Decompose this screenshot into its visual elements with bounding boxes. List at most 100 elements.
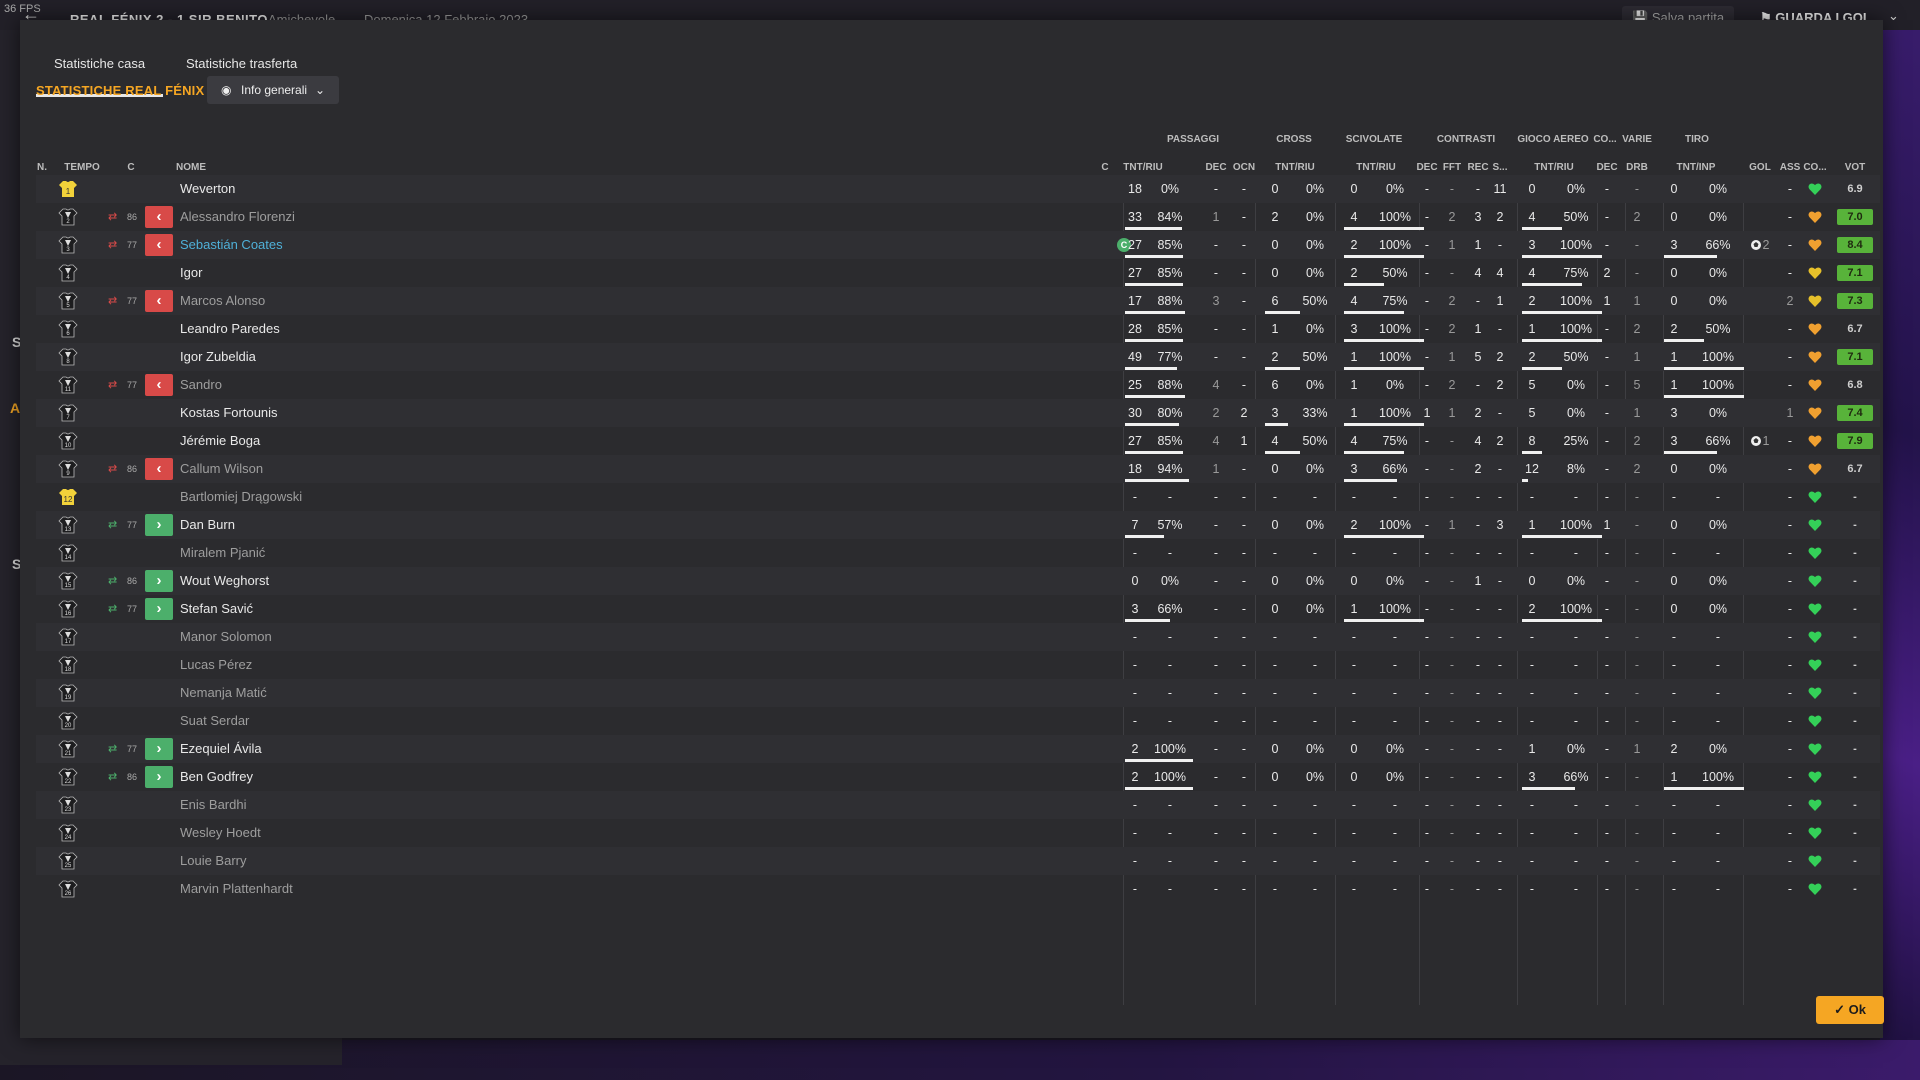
condition-heart-icon [1808,407,1822,419]
table-row[interactable]: 9 ⇄ 86 ‹ Callum Wilson 18 94% 1-0 0% 3 66% - -2-12 8%… [36,455,1880,483]
player-name[interactable]: Manor Solomon [180,623,272,651]
table-row[interactable]: 15 ⇄ 86 › Wout Weghorst 0 0% - - 0 0% 0 0% - - 1 - 0 0% - - 0… [36,567,1880,595]
table-row[interactable]: 26 Marvin Plattenhardt - - - - - - - - - - - - - - - - - - -… [36,875,1880,903]
table-row[interactable]: 7 Kostas Fortounis 30 80% 2 2 3 33% 1 100% 1 1 2-5 0%… [36,399,1880,427]
shots-on-target: 0% [1708,210,1728,224]
player-name[interactable]: Wout Weghorst [180,567,269,595]
table-row[interactable]: 22 ⇄ 86 › Ben Godfrey 2 100% - -0 0% 0 0% - - - -3 66% - -… [36,763,1880,791]
table-row[interactable]: 25 Louie Barry - - - - - - - - - - - - - - - - - - - - [36,847,1880,875]
shirt-icon: 21 [58,740,78,758]
col-header-aereo: TNT/RIU [1534,162,1574,173]
table-row[interactable]: 11 ⇄ 77 ‹ Sandro 25 88% 4-6 0% 1 0% -2-2 5 0% -5 1 100% -… [36,371,1880,399]
shirt-icon: 9 [58,460,78,478]
table-row[interactable]: 21 ⇄ 77 › Ezequiel Ávila 2 100% - -0 0% 0 0% - - - -1 0%… [36,735,1880,763]
view-select-dropdown[interactable]: ◉ Info generali ⌄ [207,76,339,104]
table-row[interactable]: 1 Weverton 18 0% - -0 0% 0 0% - - -11 0 0% - -0 0% -6.9 [36,175,1880,203]
player-name[interactable]: Dan Burn [180,511,235,539]
player-name[interactable]: Marvin Plattenhardt [180,875,293,903]
table-row[interactable]: 19 Nemanja Matić - - - - - - - - - - - - - - - - - - - - [36,679,1880,707]
ok-button[interactable]: ✓ Ok [1816,996,1884,1024]
col-header-number: N. [37,162,47,173]
contrasti-s: - [1497,490,1503,504]
match-rating: - [1853,687,1857,699]
player-name[interactable]: Sebastián Coates [180,231,283,259]
player-name[interactable]: Enis Bardhi [180,791,246,819]
cross-attempted: - [1272,686,1278,700]
pass-chances: - [1241,294,1247,308]
contrasti-dec: - [1424,714,1430,728]
table-row[interactable]: 20 Suat Serdar - - - - - - - - - - - - - - - - - - - - [36,707,1880,735]
assists: - [1787,602,1793,616]
contrasti-s: - [1497,658,1503,672]
table-row[interactable]: 8 Igor Zubeldia 49 77% - -2 50% 1 100% -1 5 2 2 50% -1… [36,343,1880,371]
tackle-attempted: - [1351,546,1357,560]
table-row[interactable]: 13 ⇄ 77 › Dan Burn 7 57% - -0 0% 2 100% -1-3 1 100% 1-0… [36,511,1880,539]
player-name[interactable]: Ben Godfrey [180,763,253,791]
player-name[interactable]: Miralem Pjanić [180,539,265,567]
contrasti-fft: - [1449,182,1455,196]
contrasti-s: - [1497,630,1503,644]
table-row[interactable]: 2 ⇄ 86 ‹ Alessandro Florenzi 33 84% 1-2 0% 4 100% -… [36,203,1880,231]
contrasti-rec: 1 [1474,574,1482,588]
background-right [1880,0,1920,1080]
player-name[interactable]: Marcos Alonso [180,287,265,315]
cross-accuracy: - [1312,798,1318,812]
table-row[interactable]: 18 Lucas Pérez - - - - - - - - - - - - - - - - - - - - [36,651,1880,679]
pass-decisive: - [1213,546,1219,560]
player-name[interactable]: Stefan Savić [180,595,253,623]
sub-minute: 86 [126,772,137,782]
col-header-c2: C [1101,162,1109,173]
player-name[interactable]: Callum Wilson [180,455,263,483]
table-row[interactable]: 23 Enis Bardhi - - - - - - - - - - - - - - - - - - - - [36,791,1880,819]
player-name[interactable]: Suat Serdar [180,707,249,735]
player-name[interactable]: Weverton [180,175,235,203]
player-name[interactable]: Ezequiel Ávila [180,735,262,763]
player-name[interactable]: Wesley Hoedt [180,819,261,847]
table-row[interactable]: 24 Wesley Hoedt - - - - - - - - - - - - - - - - - - - - [36,819,1880,847]
table-row[interactable]: 17 Manor Solomon - - - - - - - - - - - - - - - - - - - - [36,623,1880,651]
condition-heart-icon [1808,715,1822,727]
shots-on-target: - [1715,854,1721,868]
contrasti-dec: - [1424,350,1430,364]
player-name[interactable]: Kostas Fortounis [180,399,278,427]
cross-attempted: 2 [1271,210,1279,224]
player-name[interactable]: Lucas Pérez [180,651,252,679]
table-row[interactable]: 3 ⇄ 77 ‹ Sebastián Coates C 27 85% - -0 0% 2 100% -1 1… [36,231,1880,259]
col-header-rec: REC [1467,162,1489,173]
player-name[interactable]: Louie Barry [180,847,246,875]
tackle-accuracy-bar [1344,423,1424,426]
cross-attempted: 0 [1271,574,1279,588]
player-name[interactable]: Bartlomiej Drągowski [180,483,302,511]
shots-on-target: 0% [1708,266,1728,280]
table-row[interactable]: 10 Jérémie Boga 27 85% 4 1 4 50% 4 75% - -4 2 8 25% -2 3… [36,427,1880,455]
player-name[interactable]: Leandro Paredes [180,315,280,343]
table-row[interactable]: 6 Leandro Paredes 28 85% - -1 0% 3 100% -2 1-1 100%… [36,315,1880,343]
table-row[interactable]: 4 Igor 27 85% - -0 0% 2 50% - -4 4 4 75% 2-0 0% -7.1 [36,259,1880,287]
cross-accuracy: 0% [1305,182,1325,196]
player-name[interactable]: Igor Zubeldia [180,343,256,371]
shots-total: 0 [1670,462,1678,476]
player-name[interactable]: Sandro [180,371,222,399]
aerial-accuracy: 50% [1563,350,1589,364]
table-row[interactable]: 12 Bartlomiej Drągowski - - - - - - - - - - - - - - - - - -… [36,483,1880,511]
player-name[interactable]: Jérémie Boga [180,427,260,455]
contrasti-s: 4 [1496,266,1504,280]
co-decisive: - [1604,350,1610,364]
contrasti-s: - [1497,798,1503,812]
assists: - [1787,322,1793,336]
contrasti-rec: - [1475,490,1481,504]
contrasti-s: - [1497,742,1503,756]
pass-accuracy: - [1167,490,1173,504]
player-name[interactable]: Igor [180,259,202,287]
table-row[interactable]: 5 ⇄ 77 ‹ Marcos Alonso 17 88% 3-6 50% 4 75% -2-1 2 10… [36,287,1880,315]
table-row[interactable]: 14 Miralem Pjanić - - - - - - - - - - - - - - - - - - - - [36,539,1880,567]
contrasti-rec: - [1475,714,1481,728]
player-name[interactable]: Alessandro Florenzi [180,203,295,231]
tackle-accuracy-bar [1344,283,1384,286]
player-name[interactable]: Nemanja Matić [180,679,267,707]
table-row[interactable]: 16 ⇄ 77 › Stefan Savić 3 66% - -0 0% 1 100% - - - -2 100… [36,595,1880,623]
tackle-attempted: - [1351,658,1357,672]
contrasti-s: - [1497,686,1503,700]
cross-accuracy: - [1312,686,1318,700]
chevron-down-icon[interactable]: ⌄ [1888,8,1899,24]
